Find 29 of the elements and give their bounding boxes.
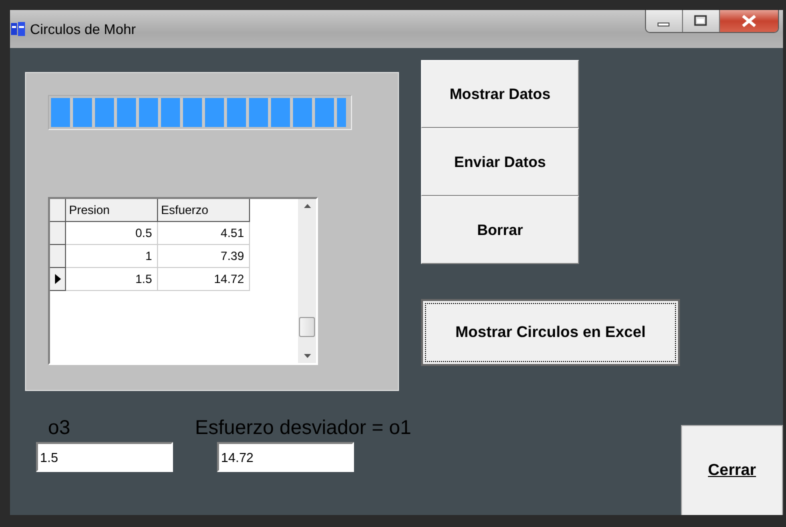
close-button[interactable] xyxy=(720,10,778,32)
input-field[interactable]: 1.5 xyxy=(36,442,173,472)
current-row-icon xyxy=(54,273,62,285)
row-header[interactable] xyxy=(50,222,66,245)
table-cell: 14.72 xyxy=(158,268,250,291)
scrollbar[interactable] xyxy=(298,199,316,363)
close-button[interactable]: Cerrar xyxy=(681,425,783,515)
table-cell: 0.5 xyxy=(66,222,158,245)
table-cell: 4.51 xyxy=(158,222,250,245)
table-cell: 7.39 xyxy=(158,245,250,268)
minimize-button[interactable] xyxy=(646,10,683,32)
table-cell: 1.5 xyxy=(66,268,158,291)
app-icon xyxy=(10,21,26,37)
action-button[interactable]: Borrar xyxy=(421,196,579,264)
maximize-button[interactable] xyxy=(683,10,720,32)
action-button[interactable]: Enviar Datos xyxy=(421,128,579,196)
corner-header xyxy=(50,199,66,222)
window-title: Circulos de Mohr xyxy=(30,21,137,37)
input-field[interactable]: 14.72 xyxy=(217,442,354,472)
field-label: o3 xyxy=(47,417,72,440)
excel-button[interactable]: Mostrar Circulos en Excel xyxy=(421,299,680,366)
field-label: Esfuerzo desviador = o1 xyxy=(195,417,412,440)
row-header[interactable] xyxy=(50,245,66,268)
table-cell: 1 xyxy=(66,245,158,268)
action-button[interactable]: Mostrar Datos xyxy=(421,60,579,128)
scroll-thumb[interactable] xyxy=(299,317,315,337)
column-header[interactable]: Esfuerzo xyxy=(158,199,250,222)
row-header[interactable] xyxy=(50,268,66,291)
column-header[interactable]: Presion xyxy=(66,199,158,222)
